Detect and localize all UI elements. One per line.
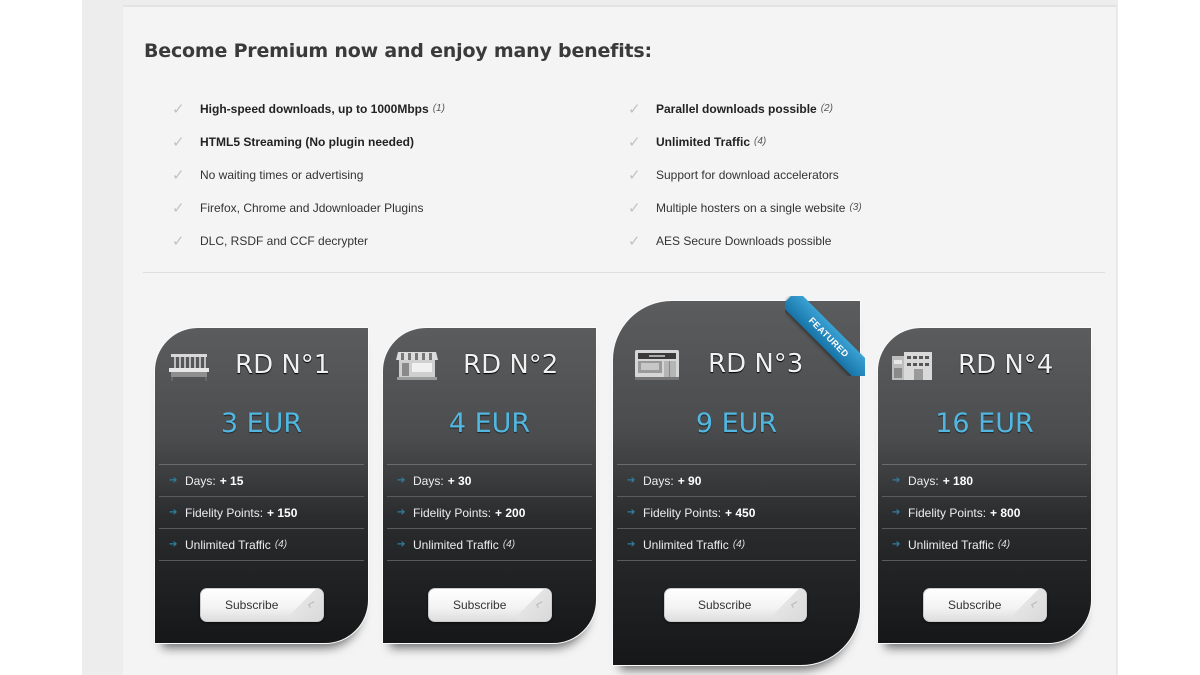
benefit-item: ✓ Unlimited Traffic (4) — [628, 133, 767, 151]
subscribe-button[interactable]: Subscribe ⌐ — [664, 588, 807, 622]
subscribe-button[interactable]: Subscribe ⌐ — [923, 588, 1047, 622]
plan-features: ➔ Days: + 180 ➔ Fidelity Points: + 800 ➔ Unli… — [882, 464, 1087, 561]
benefit-item: ✓ High-speed downloads, up to 1000Mbps (1) — [172, 100, 445, 118]
plan-price: 16 EUR — [935, 408, 1034, 439]
plan-card-rd2: RD N°2 4 EUR ➔ Days: + 30 ➔ Fidelity Points… — [382, 327, 597, 644]
check-icon: ✓ — [172, 166, 185, 184]
button-corner — [772, 589, 806, 621]
feature-days: ➔ Days: + 180 — [882, 465, 1087, 497]
benefit-item: ✓ AES Secure Downloads possible — [628, 232, 832, 250]
feature-traffic: ➔ Unlimited Traffic (4) — [882, 529, 1087, 561]
arrow-right-icon: ➔ — [627, 507, 636, 518]
arrow-right-icon: ➔ — [169, 539, 178, 550]
benefit-item: ✓ DLC, RSDF and CCF decrypter — [172, 232, 369, 250]
arrow-right-icon: ➔ — [397, 475, 406, 486]
feature-days: ➔ Days: + 30 — [387, 465, 592, 497]
benefits-list-right: ✓ Parallel downloads possible (2) ✓ Unlimit… — [628, 92, 862, 257]
plan-name: RD N°1 — [235, 350, 331, 380]
feature-fidelity-points: ➔ Fidelity Points: + 450 — [617, 497, 856, 529]
plan-name: RD N°2 — [463, 350, 559, 380]
arrow-right-icon: ➔ — [397, 507, 406, 518]
button-corner — [1012, 589, 1046, 621]
benefit-item: ✓ No waiting times or advertising — [172, 166, 364, 184]
benefits-list-left: ✓ High-speed downloads, up to 1000Mbps (1)… — [172, 92, 445, 257]
plan-header: RD N°4 — [878, 344, 1091, 386]
plan-card-rd1: RD N°1 3 EUR ➔ Days: + 15 ➔ Fidelity Points… — [154, 327, 369, 644]
subscribe-button[interactable]: Subscribe ⌐ — [200, 588, 324, 622]
check-icon: ✓ — [628, 199, 641, 217]
feature-fidelity-points: ➔ Fidelity Points: + 800 — [882, 497, 1087, 529]
plan-header: RD N°2 — [383, 344, 596, 386]
check-icon: ✓ — [628, 100, 641, 118]
bench-icon — [169, 354, 209, 381]
feature-traffic: ➔ Unlimited Traffic (4) — [159, 529, 364, 561]
plan-price: 3 EUR — [220, 408, 303, 439]
benefit-item: ✓ Parallel downloads possible (2) — [628, 100, 833, 118]
check-icon: ✓ — [172, 133, 185, 151]
check-icon: ✓ — [628, 232, 641, 250]
featured-label: FEATURED — [785, 296, 865, 376]
button-corner — [289, 589, 323, 621]
arrow-right-icon: ➔ — [169, 507, 178, 518]
subscribe-button[interactable]: Subscribe ⌐ — [428, 588, 552, 622]
arrow-right-icon: ➔ — [892, 507, 901, 518]
feature-traffic: ➔ Unlimited Traffic (4) — [387, 529, 592, 561]
arrow-right-icon: ➔ — [627, 539, 636, 550]
check-icon: ✓ — [172, 232, 185, 250]
plan-features: ➔ Days: + 15 ➔ Fidelity Points: + 150 ➔ Unlim… — [159, 464, 364, 561]
plan-features: ➔ Days: + 90 ➔ Fidelity Points: + 450 ➔ Unlim… — [617, 464, 856, 561]
benefit-item: ✓ HTML5 Streaming (No plugin needed) — [172, 133, 415, 151]
arrow-right-icon: ➔ — [397, 539, 406, 550]
plan-price: 9 EUR — [695, 408, 778, 439]
arrow-right-icon: ➔ — [169, 475, 178, 486]
arrow-right-icon: ➔ — [627, 475, 636, 486]
button-corner — [517, 589, 551, 621]
check-icon: ✓ — [172, 100, 185, 118]
check-icon: ✓ — [172, 199, 185, 217]
plan-features: ➔ Days: + 30 ➔ Fidelity Points: + 200 ➔ Unlim… — [387, 464, 592, 561]
plan-card-rd4: RD N°4 16 EUR ➔ Days: + 180 ➔ Fidelity Poin… — [877, 327, 1092, 644]
feature-fidelity-points: ➔ Fidelity Points: + 200 — [387, 497, 592, 529]
featured-ribbon: FEATURED — [785, 296, 865, 376]
check-icon: ✓ — [628, 133, 641, 151]
feature-fidelity-points: ➔ Fidelity Points: + 150 — [159, 497, 364, 529]
page-title: Become Premium now and enjoy many benefi… — [144, 40, 652, 62]
benefit-item: ✓ Multiple hosters on a single website (3) — [628, 199, 862, 217]
plan-name: RD N°4 — [958, 350, 1054, 380]
market-stall-icon — [396, 352, 438, 380]
section-divider — [143, 272, 1105, 273]
feature-traffic: ➔ Unlimited Traffic (4) — [617, 529, 856, 561]
arrow-right-icon: ➔ — [892, 475, 901, 486]
office-building-icon — [892, 352, 932, 380]
shop-icon — [635, 350, 679, 380]
plan-price: 4 EUR — [448, 408, 531, 439]
check-icon: ✓ — [628, 166, 641, 184]
plan-header: RD N°1 — [155, 344, 368, 386]
benefit-item: ✓ Support for download accelerators — [628, 166, 839, 184]
benefit-item: ✓ Firefox, Chrome and Jdownloader Plugins — [172, 199, 424, 217]
feature-days: ➔ Days: + 90 — [617, 465, 856, 497]
feature-days: ➔ Days: + 15 — [159, 465, 364, 497]
arrow-right-icon: ➔ — [892, 539, 901, 550]
